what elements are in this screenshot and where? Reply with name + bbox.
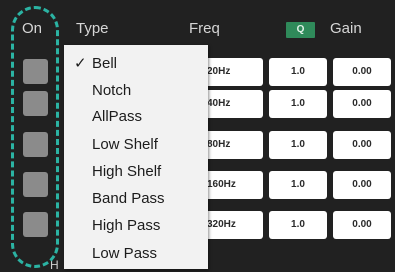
menu-item-band-pass[interactable]: Band Pass — [64, 186, 208, 212]
menu-item-low-pass[interactable]: Low Pass — [64, 241, 208, 267]
menu-item-label: Low Pass — [92, 245, 158, 262]
checkmark-icon: ✓ — [74, 55, 87, 72]
menu-item-label: Low Shelf — [92, 136, 158, 153]
menu-item-bell[interactable]: ✓ Bell — [64, 51, 208, 77]
band-enable-toggle[interactable] — [23, 91, 48, 116]
menu-item-label: Band Pass — [92, 190, 165, 207]
header-type: Type — [76, 20, 109, 37]
gain-field[interactable]: 0.00 — [333, 171, 391, 199]
band-enable-toggle[interactable] — [23, 212, 48, 237]
menu-item-high-shelf[interactable]: High Shelf — [64, 159, 208, 185]
band-enable-toggle[interactable] — [23, 172, 48, 197]
gain-field[interactable]: 0.00 — [333, 131, 391, 159]
band-enable-toggle[interactable] — [23, 59, 48, 84]
menu-item-allpass[interactable]: AllPass — [64, 104, 208, 130]
band-enable-toggle[interactable] — [23, 132, 48, 157]
header-freq: Freq — [189, 20, 220, 37]
q-field[interactable]: 1.0 — [269, 211, 327, 239]
bottom-clipped-label: H — [50, 258, 59, 272]
menu-item-high-pass[interactable]: High Pass — [64, 213, 208, 239]
q-field[interactable]: 1.0 — [269, 58, 327, 86]
menu-item-label: AllPass — [92, 108, 143, 125]
q-field[interactable]: 1.0 — [269, 90, 327, 118]
gain-field[interactable]: 0.00 — [333, 211, 391, 239]
menu-item-notch[interactable]: Notch — [64, 78, 208, 104]
header-on: On — [22, 20, 43, 37]
gain-field[interactable]: 0.00 — [333, 58, 391, 86]
header-gain: Gain — [330, 20, 362, 37]
header-q-badge[interactable]: Q — [286, 22, 315, 38]
menu-item-label: Bell — [92, 55, 118, 72]
menu-item-label: High Shelf — [92, 163, 162, 180]
gain-field[interactable]: 0.00 — [333, 90, 391, 118]
menu-item-label: High Pass — [92, 217, 161, 234]
menu-item-label: Notch — [92, 82, 132, 99]
q-field[interactable]: 1.0 — [269, 131, 327, 159]
q-field[interactable]: 1.0 — [269, 171, 327, 199]
filter-type-menu[interactable]: ✓ Bell Notch AllPass Low Shelf High Shel… — [64, 45, 208, 269]
menu-item-low-shelf[interactable]: Low Shelf — [64, 132, 208, 158]
